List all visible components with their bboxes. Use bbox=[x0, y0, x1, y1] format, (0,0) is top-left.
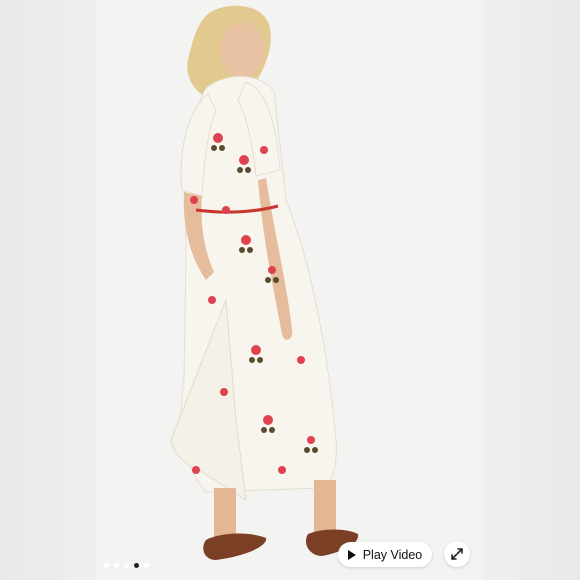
carousel-dot[interactable] bbox=[124, 563, 129, 568]
play-icon bbox=[347, 549, 356, 560]
expand-icon bbox=[451, 548, 463, 560]
right-margin bbox=[484, 0, 580, 580]
listing-image-viewer: 988 Play Video bbox=[0, 0, 580, 580]
expand-button[interactable] bbox=[444, 541, 470, 567]
carousel-dot[interactable] bbox=[144, 563, 149, 568]
carousel-indicator bbox=[104, 563, 149, 568]
carousel-dot-active[interactable] bbox=[134, 563, 139, 568]
product-photo[interactable]: 988 bbox=[96, 0, 484, 580]
play-video-button[interactable]: Play Video bbox=[338, 542, 432, 567]
left-margin bbox=[0, 0, 96, 580]
carousel-dot[interactable] bbox=[114, 563, 119, 568]
model-illustration bbox=[170, 5, 359, 560]
play-video-label: Play Video bbox=[362, 547, 423, 562]
carousel-dot[interactable] bbox=[104, 563, 109, 568]
